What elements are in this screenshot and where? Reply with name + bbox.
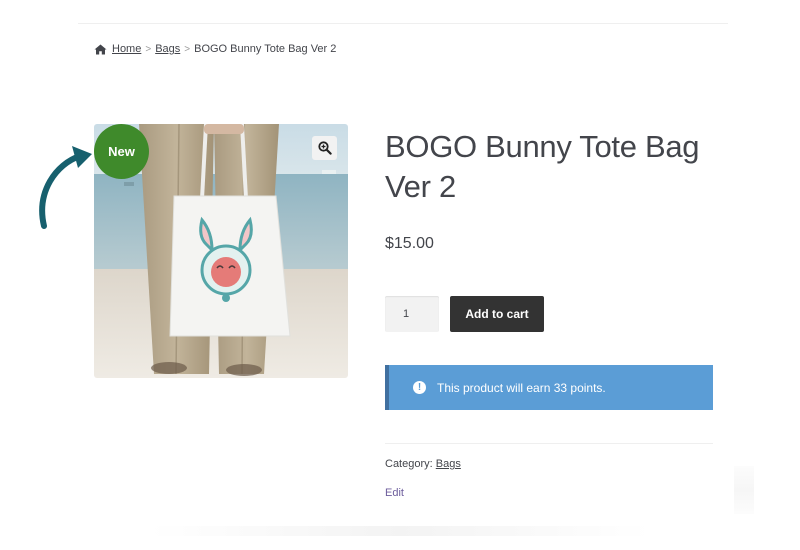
product-title: BOGO Bunny Tote Bag Ver 2: [385, 129, 700, 204]
product-price: $15.00: [385, 235, 434, 252]
edit-link[interactable]: Edit: [385, 487, 404, 499]
points-notice-text: This product will earn 33 points.: [437, 380, 606, 395]
side-shadow: [734, 466, 754, 514]
quantity-input[interactable]: [385, 296, 439, 332]
breadcrumb: Home > Bags > BOGO Bunny Tote Bag Ver 2: [94, 43, 336, 55]
curved-arrow-icon: [39, 146, 92, 229]
breadcrumb-bags-link[interactable]: Bags: [155, 43, 180, 55]
info-icon: !: [413, 381, 426, 394]
category-label: Category:: [385, 458, 433, 470]
category-link[interactable]: Bags: [436, 458, 461, 470]
zoom-button[interactable]: [312, 136, 337, 160]
breadcrumb-home-link[interactable]: Home: [112, 43, 141, 55]
product-category: Category: Bags: [385, 458, 461, 470]
meta-divider: [385, 443, 713, 444]
add-to-cart-button[interactable]: Add to cart: [450, 296, 544, 332]
breadcrumb-separator: >: [145, 43, 152, 55]
points-notice: ! This product will earn 33 points.: [385, 365, 713, 410]
header-divider: [78, 23, 728, 24]
breadcrumb-separator: >: [184, 43, 191, 55]
new-badge: New: [94, 124, 149, 179]
breadcrumb-current: BOGO Bunny Tote Bag Ver 2: [194, 43, 337, 55]
zoom-icon: [317, 141, 332, 155]
footer-shadow: [150, 526, 650, 536]
home-icon: [94, 44, 107, 54]
